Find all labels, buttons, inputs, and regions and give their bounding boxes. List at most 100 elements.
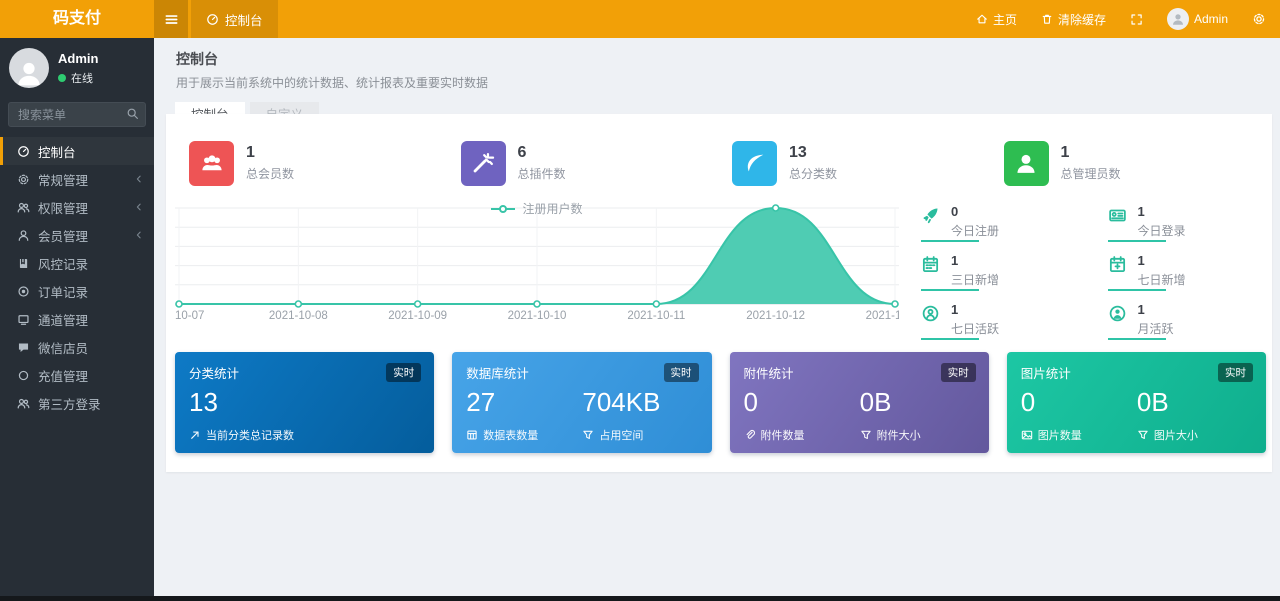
- sidebar-user-name: Admin: [58, 51, 98, 66]
- realtime-badge: 实时: [1218, 363, 1253, 382]
- stat-total-members: 1总会员数: [176, 132, 448, 194]
- quick-stat-seven-day-active: 1七日活跃: [911, 296, 1080, 342]
- home-icon: [976, 13, 988, 25]
- leaf-icon: [732, 141, 777, 186]
- filter-icon: [860, 429, 872, 441]
- quick-stat-month-active: 1月活跃: [1098, 296, 1267, 342]
- brand-title: 码支付: [53, 10, 101, 27]
- sidebar-menu: 控制台 常规管理 权限管理 会员管理 风控记录: [0, 137, 154, 417]
- quick-stat-today-registered: 0今日注册: [911, 198, 1080, 244]
- page-header: 控制台 用于展示当前系统中的统计数据、统计报表及重要实时数据: [154, 38, 1280, 91]
- sidebar-user-panel: Admin 在线: [0, 38, 154, 98]
- menu-search: [8, 102, 146, 127]
- user-icon: [14, 58, 44, 88]
- calendar-icon: [921, 255, 940, 274]
- stat-total-admins: 1总管理员数: [991, 132, 1263, 194]
- sidebar-item-recharge[interactable]: 充值管理: [0, 361, 154, 389]
- page-subtitle: 用于展示当前系统中的统计数据、统计报表及重要实时数据: [176, 74, 1280, 91]
- app: 码支付 控制台 主页 清除缓存 Admin: [0, 0, 1280, 601]
- card-attachment-stats: 附件统计实时 0 附件数量 0B 附件大小: [730, 352, 989, 453]
- sidebar-item-wechat-clerk[interactable]: 微信店员: [0, 333, 154, 361]
- registrations-chart: 注册用户数 10-07 2021-10-08 2021-10-09 2021-10-1…: [175, 198, 899, 330]
- settings-button[interactable]: [1252, 12, 1266, 26]
- user-circle-icon: [921, 304, 940, 323]
- hamburger-icon: [164, 12, 179, 27]
- main-content: 控制台 用于展示当前系统中的统计数据、统计报表及重要实时数据 控制台 自定义 1…: [154, 38, 1280, 596]
- topbar: 控制台 主页 清除缓存 Admin: [154, 0, 1280, 38]
- sidebar-item-third-party-login[interactable]: 第三方登录: [0, 389, 154, 417]
- sidebar-item-permissions[interactable]: 权限管理: [0, 193, 154, 221]
- filter-icon: [1137, 429, 1149, 441]
- user-icon: [1171, 12, 1185, 26]
- book-icon: [17, 257, 30, 270]
- users-icon: [17, 397, 30, 410]
- cogs-icon: [17, 173, 30, 186]
- quick-stat-three-day-new: 1三日新增: [911, 247, 1080, 293]
- x-axis-label: 2021-10-13: [866, 310, 899, 322]
- trash-icon: [1041, 13, 1053, 25]
- filter-icon: [582, 429, 594, 441]
- sidebar-item-risk-records[interactable]: 风控记录: [0, 249, 154, 277]
- sidebar-item-dashboard[interactable]: 控制台: [0, 137, 154, 165]
- users-group-icon: [189, 141, 234, 186]
- calendar-plus-icon: [1108, 255, 1127, 274]
- image-icon: [1021, 429, 1033, 441]
- sidebar: Admin 在线 控制台 常规管理 权限管理: [0, 38, 154, 596]
- chart-legend[interactable]: 注册用户数: [175, 200, 899, 217]
- paperclip-icon: [744, 429, 756, 441]
- stat-row: 1总会员数 6总插件数 13总分类数 1总管理员数: [176, 132, 1262, 194]
- breadcrumb-tab[interactable]: 控制台: [191, 0, 278, 38]
- quick-stat-seven-day-new: 1七日新增: [1098, 247, 1267, 293]
- target-icon: [17, 285, 30, 298]
- legend-label: 注册用户数: [522, 200, 582, 217]
- sidebar-toggle-button[interactable]: [154, 0, 188, 38]
- gauge-icon: [17, 145, 30, 158]
- circle-icon: [17, 369, 30, 382]
- sidebar-item-channels[interactable]: 通道管理: [0, 305, 154, 333]
- card-category-stats: 分类统计实时 13 当前分类总记录数: [175, 352, 434, 453]
- search-icon: [126, 107, 139, 120]
- clear-cache-button[interactable]: 清除缓存: [1041, 11, 1106, 28]
- id-card-icon: [1108, 206, 1127, 225]
- topbar-right: 主页 清除缓存 Admin: [976, 0, 1280, 38]
- comment-icon: [17, 341, 30, 354]
- screen-icon: [17, 313, 30, 326]
- user-menu[interactable]: Admin: [1167, 8, 1228, 30]
- expand-icon: [1130, 13, 1143, 26]
- avatar: [9, 48, 49, 88]
- quick-stats: 0今日注册 1今日登录 1三日新增 1七日新增 1七日活跃: [911, 198, 1266, 342]
- card-image-stats: 图片统计实时 0 图片数量 0B 图片大小: [1007, 352, 1266, 453]
- stat-total-plugins: 6总插件数: [448, 132, 720, 194]
- x-axis-label: 10-07: [175, 310, 204, 322]
- card-database-stats: 数据库统计实时 27 数据表数量 704KB 占用空间: [452, 352, 711, 453]
- realtime-badge: 实时: [941, 363, 976, 382]
- fullscreen-button[interactable]: [1130, 13, 1143, 26]
- page-title: 控制台: [176, 49, 1280, 69]
- x-axis-label: 2021-10-09: [388, 310, 447, 322]
- realtime-badge: 实时: [664, 363, 699, 382]
- online-status-label: 在线: [71, 70, 93, 86]
- breadcrumb-label: 控制台: [225, 10, 263, 29]
- realtime-badge: 实时: [386, 363, 421, 382]
- user-menu-name: Admin: [1194, 12, 1228, 26]
- sidebar-item-orders[interactable]: 订单记录: [0, 277, 154, 305]
- brand-logo[interactable]: 码支付: [0, 0, 154, 38]
- x-axis-label: 2021-10-11: [627, 310, 685, 322]
- user-icon: [17, 229, 30, 242]
- dashboard-panel: 1总会员数 6总插件数 13总分类数 1总管理员数: [166, 114, 1272, 472]
- chevron-left-icon: [134, 202, 144, 212]
- gear-icon: [1252, 12, 1266, 26]
- chart-x-axis-labels: 10-07 2021-10-08 2021-10-09 2021-10-10 2021-…: [175, 310, 899, 326]
- user-icon: [1004, 141, 1049, 186]
- x-axis-label: 2021-10-08: [269, 310, 328, 322]
- x-axis-label: 2021-10-10: [508, 310, 567, 322]
- user-circle-icon: [1108, 304, 1127, 323]
- summary-cards: 分类统计实时 13 当前分类总记录数 数据库统计实时 27 数据表数量: [175, 352, 1266, 452]
- home-link[interactable]: 主页: [976, 11, 1017, 28]
- quick-stat-today-login: 1今日登录: [1098, 198, 1267, 244]
- legend-marker-icon: [491, 208, 515, 210]
- sidebar-item-members[interactable]: 会员管理: [0, 221, 154, 249]
- sidebar-item-general[interactable]: 常规管理: [0, 165, 154, 193]
- magic-wand-icon: [461, 141, 506, 186]
- avatar: [1167, 8, 1189, 30]
